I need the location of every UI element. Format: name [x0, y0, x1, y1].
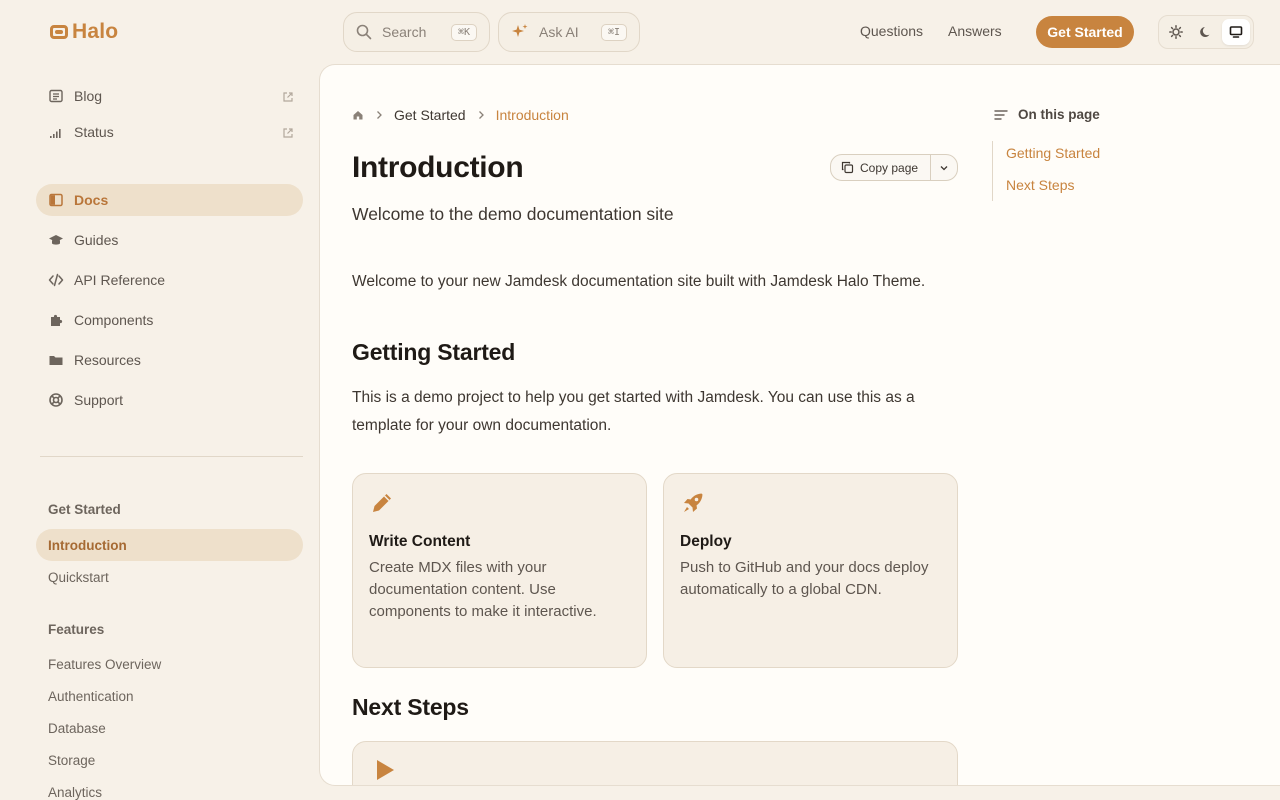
- sidebar-tab-resources[interactable]: Resources: [36, 344, 303, 376]
- page-title: Introduction: [352, 151, 524, 184]
- chevron-down-icon: [940, 165, 948, 170]
- toc-header: On this page: [994, 107, 1100, 122]
- sidebar-tab-components[interactable]: Components: [36, 304, 303, 336]
- nav-item-introduction[interactable]: Introduction: [36, 529, 303, 561]
- external-link-icon: [283, 92, 293, 102]
- copy-page-label: Copy page: [860, 160, 919, 175]
- intro-paragraph: Welcome to your new Jamdesk documentatio…: [352, 273, 926, 290]
- copy-options-button[interactable]: [931, 155, 957, 180]
- breadcrumb-current: Introduction: [495, 107, 569, 123]
- ask-ai-label: Ask AI: [539, 24, 579, 40]
- pencil-icon: [373, 494, 391, 512]
- nav-group-title: Get Started: [48, 502, 121, 517]
- nav-answers[interactable]: Answers: [948, 23, 1002, 39]
- life-ring-icon: [49, 393, 63, 407]
- brand-name: Halo: [72, 20, 119, 43]
- halo-logo-icon: [50, 25, 68, 39]
- list-icon: [994, 109, 1008, 120]
- nav-group-title: Features: [48, 622, 105, 637]
- ask-ai-shortcut: ⌘I: [600, 23, 627, 41]
- sidebar-link-label: Status: [74, 124, 114, 140]
- sidebar: Blog Status Docs Guides API Reference Co…: [0, 64, 320, 800]
- section-heading-next-steps: Next Steps: [352, 694, 469, 720]
- sidebar-tab-docs[interactable]: Docs: [36, 184, 303, 216]
- sidebar-tab-label: API Reference: [74, 272, 166, 288]
- code-icon: [48, 273, 64, 287]
- sidebar-tab-api-reference[interactable]: API Reference: [36, 264, 303, 296]
- getting-started-paragraph: This is a demo project to help you get s…: [352, 389, 915, 434]
- nav-item-features-overview[interactable]: Features Overview: [36, 648, 303, 680]
- theme-dark-button[interactable]: [1192, 19, 1220, 45]
- copy-page-group: Copy page: [830, 154, 958, 181]
- nav-item-storage[interactable]: Storage: [36, 744, 303, 776]
- card-next-step[interactable]: [352, 741, 958, 785]
- sidebar-tab-label: Guides: [74, 232, 119, 248]
- nav-item-database[interactable]: Database: [36, 712, 303, 744]
- theme-switcher: [1158, 15, 1254, 49]
- ask-ai-button[interactable]: Ask AI ⌘I: [498, 12, 640, 52]
- sidebar-link-blog[interactable]: Blog: [48, 88, 102, 104]
- home-icon[interactable]: [352, 109, 364, 121]
- theme-light-button[interactable]: [1162, 19, 1190, 45]
- search-label: Search: [382, 24, 427, 40]
- toc-title: On this page: [1018, 107, 1100, 122]
- sidebar-tab-label: Components: [74, 312, 154, 328]
- card-deploy[interactable]: Deploy Push to GitHub and your docs depl…: [663, 473, 958, 668]
- book-icon: [49, 193, 63, 207]
- puzzle-icon: [51, 314, 63, 326]
- copy-page-button[interactable]: Copy page: [831, 155, 931, 180]
- sidebar-link-label: Blog: [74, 88, 103, 104]
- sidebar-tab-label: Docs: [74, 192, 109, 208]
- signal-icon: [50, 129, 61, 138]
- sidebar-tab-label: Resources: [74, 352, 141, 368]
- sidebar-divider: [40, 456, 303, 457]
- copy-icon: [841, 161, 854, 174]
- top-bar: Halo Search ⌘K Ask AI ⌘I Questions Answe…: [0, 0, 1280, 64]
- search-icon: [356, 24, 372, 40]
- sidebar-tab-support[interactable]: Support: [36, 384, 303, 416]
- play-icon: [377, 760, 394, 780]
- nav-item-quickstart[interactable]: Quickstart: [36, 561, 303, 593]
- newspaper-icon: [49, 89, 63, 103]
- breadcrumb-item[interactable]: Get Started: [394, 107, 466, 123]
- get-started-button[interactable]: Get Started: [1036, 16, 1134, 48]
- nav-item-authentication[interactable]: Authentication: [36, 680, 303, 712]
- content-panel: Get Started Introduction Introduction Co…: [319, 64, 1280, 786]
- card-write-content[interactable]: Write Content Create MDX files with your…: [352, 473, 647, 668]
- moon-icon: [1200, 27, 1210, 37]
- toc-item-getting-started[interactable]: Getting Started: [1006, 145, 1100, 161]
- search-button[interactable]: Search ⌘K: [343, 12, 490, 52]
- nav-item-analytics[interactable]: Analytics: [36, 776, 303, 800]
- toc-rail: [992, 141, 993, 201]
- sidebar-tab-guides[interactable]: Guides: [36, 224, 303, 256]
- sun-icon: [1169, 25, 1183, 39]
- sidebar-link-status[interactable]: Status: [48, 124, 114, 140]
- external-link-icon: [283, 128, 293, 138]
- page-subtitle: Welcome to the demo documentation site: [352, 204, 674, 224]
- search-shortcut: ⌘K: [450, 23, 477, 41]
- card-description: Create MDX files with your documentation…: [369, 559, 597, 620]
- card-title: Write Content: [369, 533, 471, 550]
- card-title: Deploy: [680, 533, 732, 550]
- breadcrumb: Get Started Introduction: [352, 107, 569, 123]
- nav-questions[interactable]: Questions: [860, 23, 923, 39]
- chevron-right-icon: [377, 111, 382, 119]
- chevron-right-icon: [478, 111, 484, 119]
- toc-item-next-steps[interactable]: Next Steps: [1006, 177, 1074, 193]
- section-heading-getting-started: Getting Started: [352, 339, 516, 365]
- sparkles-icon: [512, 24, 528, 37]
- logo[interactable]: Halo: [50, 20, 118, 44]
- rocket-icon: [684, 493, 703, 512]
- monitor-icon: [1229, 26, 1243, 38]
- theme-system-button[interactable]: [1222, 19, 1250, 45]
- card-description: Push to GitHub and your docs deploy auto…: [680, 559, 929, 598]
- graduation-cap-icon: [49, 235, 63, 245]
- folder-icon: [49, 356, 63, 365]
- sidebar-tab-label: Support: [74, 392, 124, 408]
